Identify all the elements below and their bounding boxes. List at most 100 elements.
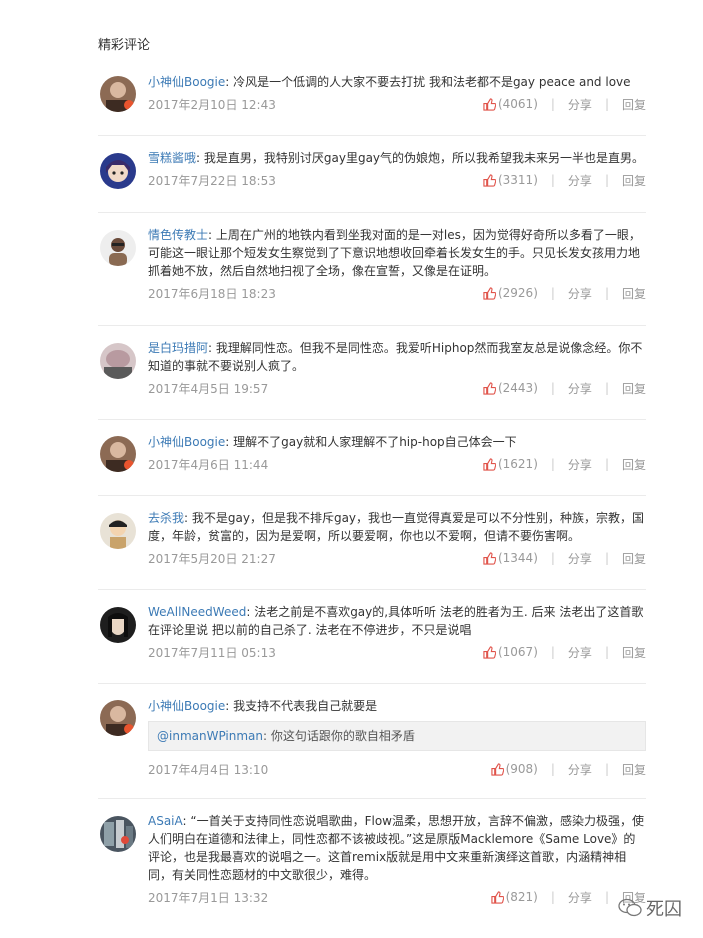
comment-body: “一首关于支持同性恋说唱歌曲，Flow温柔，思想开放，言辞不偏激，感染力极强，使… bbox=[148, 814, 644, 882]
like-count: (908) bbox=[505, 762, 538, 776]
share-button[interactable]: 分享 bbox=[568, 889, 592, 906]
comment-meta: 2017年2月10日 12:43 (4061) | 分享 | 回复 bbox=[148, 95, 646, 113]
like-button[interactable]: (1344) bbox=[483, 551, 538, 565]
comment-time: 2017年4月4日 13:10 bbox=[148, 762, 269, 777]
comment-item: 是白玛措阿: 我理解同性恋。但我不是同性恋。我爱听Hiphop然而我室友总是说像… bbox=[98, 325, 646, 419]
comment-body: 冷风是一个低调的人大家不要去打扰 我和法老都不是gay peace and lo… bbox=[233, 75, 631, 89]
divider: | bbox=[604, 645, 609, 659]
like-button[interactable]: (3311) bbox=[483, 173, 538, 187]
divider: | bbox=[550, 173, 555, 187]
share-button[interactable]: 分享 bbox=[568, 644, 592, 661]
like-count: (1621) bbox=[497, 457, 538, 471]
share-button[interactable]: 分享 bbox=[568, 761, 592, 778]
quoted-comment: @inmanWPinman: 你这句话跟你的歌自相矛盾 bbox=[148, 721, 646, 751]
comment-item: 情色传教士: 上周在广州的地铁内看到坐我对面的是一对les，因为觉得好奇所以多看… bbox=[98, 212, 646, 325]
user-avatar[interactable] bbox=[100, 700, 136, 736]
divider: | bbox=[604, 762, 609, 776]
like-button[interactable]: (2443) bbox=[483, 381, 538, 395]
share-button[interactable]: 分享 bbox=[568, 380, 592, 397]
watermark-text: 死囚 bbox=[646, 899, 682, 920]
comment-item: 小神仙Boogie: 理解不了gay就和人家理解不了hip-hop自己体会一下 … bbox=[98, 419, 646, 495]
reply-button[interactable]: 回复 bbox=[622, 644, 646, 661]
user-avatar[interactable] bbox=[100, 607, 136, 643]
like-count: (2926) bbox=[497, 286, 538, 300]
comment-item: 雪糕酱哦: 我是直男，我特别讨厌gay里gay气的伪娘炮，所以我希望我未来另一半… bbox=[98, 135, 646, 212]
thumbs-up-icon bbox=[490, 890, 504, 904]
user-avatar[interactable] bbox=[100, 343, 136, 379]
share-button[interactable]: 分享 bbox=[568, 550, 592, 567]
divider: | bbox=[550, 762, 555, 776]
comment-time: 2017年7月11日 05:13 bbox=[148, 645, 276, 660]
quoted-username[interactable]: @inmanWPinman bbox=[157, 729, 263, 743]
reply-button[interactable]: 回复 bbox=[622, 172, 646, 189]
divider: | bbox=[550, 381, 555, 395]
share-button[interactable]: 分享 bbox=[568, 285, 592, 302]
user-avatar[interactable] bbox=[100, 230, 136, 266]
thumbs-up-icon bbox=[483, 97, 496, 111]
share-button[interactable]: 分享 bbox=[568, 96, 592, 113]
comment-text: 小神仙Boogie: 理解不了gay就和人家理解不了hip-hop自己体会一下 bbox=[148, 435, 517, 449]
like-button[interactable]: (1067) bbox=[483, 645, 538, 659]
wechat-icon bbox=[618, 898, 642, 917]
comment-text: 雪糕酱哦: 我是直男，我特别讨厌gay里gay气的伪娘炮，所以我希望我未来另一半… bbox=[148, 151, 645, 165]
like-count: (3311) bbox=[497, 173, 538, 187]
comment-text: WeAllNeedWeed: 法老之前是不喜欢gay的,具体听听 法老的胜者为王… bbox=[148, 605, 644, 637]
comment-text: 小神仙Boogie: 我支持不代表我自己就要是 bbox=[148, 699, 378, 713]
thumbs-up-icon bbox=[483, 286, 496, 300]
watermark: 死囚 bbox=[618, 895, 682, 921]
reply-button[interactable]: 回复 bbox=[622, 456, 646, 473]
divider: | bbox=[604, 173, 609, 187]
user-avatar[interactable] bbox=[100, 513, 136, 549]
comment-item: 去杀我: 我不是gay，但是我不排斥gay，我也一直觉得真爱是可以不分性别，种族… bbox=[98, 495, 646, 589]
comment-time: 2017年5月20日 21:27 bbox=[148, 551, 276, 566]
comment-meta: 2017年4月4日 13:10 (908) | 分享 | 回复 bbox=[148, 760, 646, 778]
like-button[interactable]: (2926) bbox=[483, 286, 538, 300]
comment-item: 小神仙Boogie: 冷风是一个低调的人大家不要去打扰 我和法老都不是gay p… bbox=[98, 60, 646, 135]
reply-button[interactable]: 回复 bbox=[622, 550, 646, 567]
thumbs-up-icon bbox=[483, 381, 496, 395]
share-button[interactable]: 分享 bbox=[568, 172, 592, 189]
like-button[interactable]: (821) bbox=[490, 890, 538, 904]
reply-button[interactable]: 回复 bbox=[622, 96, 646, 113]
reply-button[interactable]: 回复 bbox=[622, 761, 646, 778]
comment-meta: 2017年7月22日 18:53 (3311) | 分享 | 回复 bbox=[148, 171, 646, 189]
reply-button[interactable]: 回复 bbox=[622, 380, 646, 397]
like-count: (1344) bbox=[497, 551, 538, 565]
like-count: (4061) bbox=[497, 97, 538, 111]
comment-time: 2017年7月1日 13:32 bbox=[148, 890, 269, 905]
divider: | bbox=[550, 286, 555, 300]
comment-username[interactable]: WeAllNeedWeed bbox=[148, 605, 246, 619]
user-avatar[interactable] bbox=[100, 76, 136, 112]
thumbs-up-icon bbox=[483, 551, 496, 565]
comment-username[interactable]: 小神仙Boogie bbox=[148, 75, 225, 89]
divider: | bbox=[604, 286, 609, 300]
comment-item: WeAllNeedWeed: 法老之前是不喜欢gay的,具体听听 法老的胜者为王… bbox=[98, 589, 646, 683]
comment-time: 2017年4月6日 11:44 bbox=[148, 457, 269, 472]
divider: | bbox=[604, 457, 609, 471]
comment-text: 去杀我: 我不是gay，但是我不排斥gay，我也一直觉得真爱是可以不分性别，种族… bbox=[148, 511, 645, 543]
comment-username[interactable]: 去杀我 bbox=[148, 511, 184, 525]
divider: | bbox=[550, 551, 555, 565]
user-avatar[interactable] bbox=[100, 436, 136, 472]
share-button[interactable]: 分享 bbox=[568, 456, 592, 473]
comment-username[interactable]: 情色传教士 bbox=[148, 228, 208, 242]
reply-button[interactable]: 回复 bbox=[622, 285, 646, 302]
comment-list: 小神仙Boogie: 冷风是一个低调的人大家不要去打扰 我和法老都不是gay p… bbox=[98, 60, 646, 923]
comment-body: 我是直男，我特别讨厌gay里gay气的伪娘炮，所以我希望我未来另一半也是直男。 bbox=[203, 151, 645, 165]
like-button[interactable]: (908) bbox=[490, 762, 538, 776]
like-button[interactable]: (1621) bbox=[483, 457, 538, 471]
comment-body: 上周在广州的地铁内看到坐我对面的是一对les，因为觉得好奇所以多看了一眼，可能这… bbox=[148, 228, 641, 278]
comment-username[interactable]: 是白玛措阿 bbox=[148, 341, 208, 355]
comment-username[interactable]: 小神仙Boogie bbox=[148, 699, 225, 713]
comment-meta: 2017年5月20日 21:27 (1344) | 分享 | 回复 bbox=[148, 549, 646, 567]
comment-meta: 2017年4月6日 11:44 (1621) | 分享 | 回复 bbox=[148, 455, 646, 473]
user-avatar[interactable] bbox=[100, 153, 136, 189]
comment-username[interactable]: 小神仙Boogie bbox=[148, 435, 225, 449]
comment-username[interactable]: ASaiA bbox=[148, 814, 183, 828]
comment-username[interactable]: 雪糕酱哦 bbox=[148, 151, 196, 165]
comment-time: 2017年4月5日 19:57 bbox=[148, 381, 269, 396]
like-count: (1067) bbox=[497, 645, 538, 659]
like-button[interactable]: (4061) bbox=[483, 97, 538, 111]
comment-time: 2017年7月22日 18:53 bbox=[148, 173, 276, 188]
user-avatar[interactable] bbox=[100, 816, 136, 852]
